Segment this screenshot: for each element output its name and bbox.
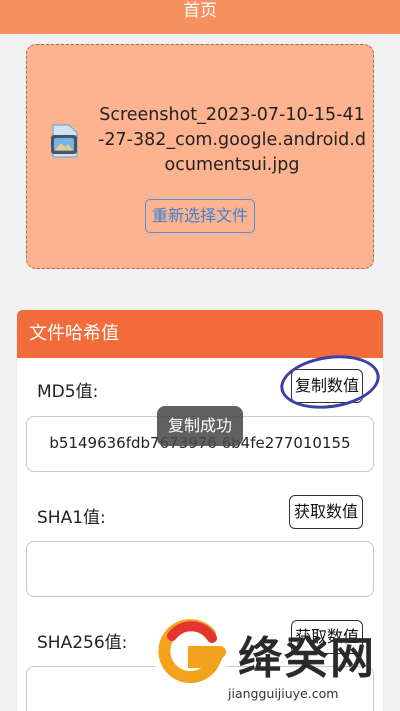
watermark-url: jiangguijiuye.com bbox=[228, 686, 339, 701]
selected-file-card[interactable]: Screenshot_2023-07-10-15-41-27-382_com.g… bbox=[26, 44, 374, 269]
site-watermark: 绛癸网 jiangguijiuye.com bbox=[150, 612, 400, 711]
watermark-title: 绛癸网 bbox=[238, 633, 376, 684]
md5-label: MD5值: bbox=[37, 382, 99, 402]
watermark-logo-icon bbox=[153, 615, 229, 691]
image-file-icon bbox=[51, 124, 78, 158]
file-name: Screenshot_2023-07-10-15-41-27-382_com.g… bbox=[98, 105, 366, 175]
app-header: 首页 bbox=[0, 0, 400, 34]
toast-message: 复制成功 bbox=[157, 406, 243, 446]
reselect-file-button[interactable]: 重新选择文件 bbox=[145, 199, 255, 233]
page-title: 首页 bbox=[183, 1, 217, 21]
sha1-value-field[interactable] bbox=[26, 541, 374, 597]
sha256-label: SHA256值: bbox=[37, 633, 128, 653]
hash-panel-title: 文件哈希值 bbox=[17, 310, 383, 358]
copy-md5-button[interactable]: 复制数值 bbox=[291, 369, 363, 403]
sha1-label: SHA1值: bbox=[37, 508, 106, 528]
get-sha1-button[interactable]: 获取数值 bbox=[289, 495, 363, 529]
